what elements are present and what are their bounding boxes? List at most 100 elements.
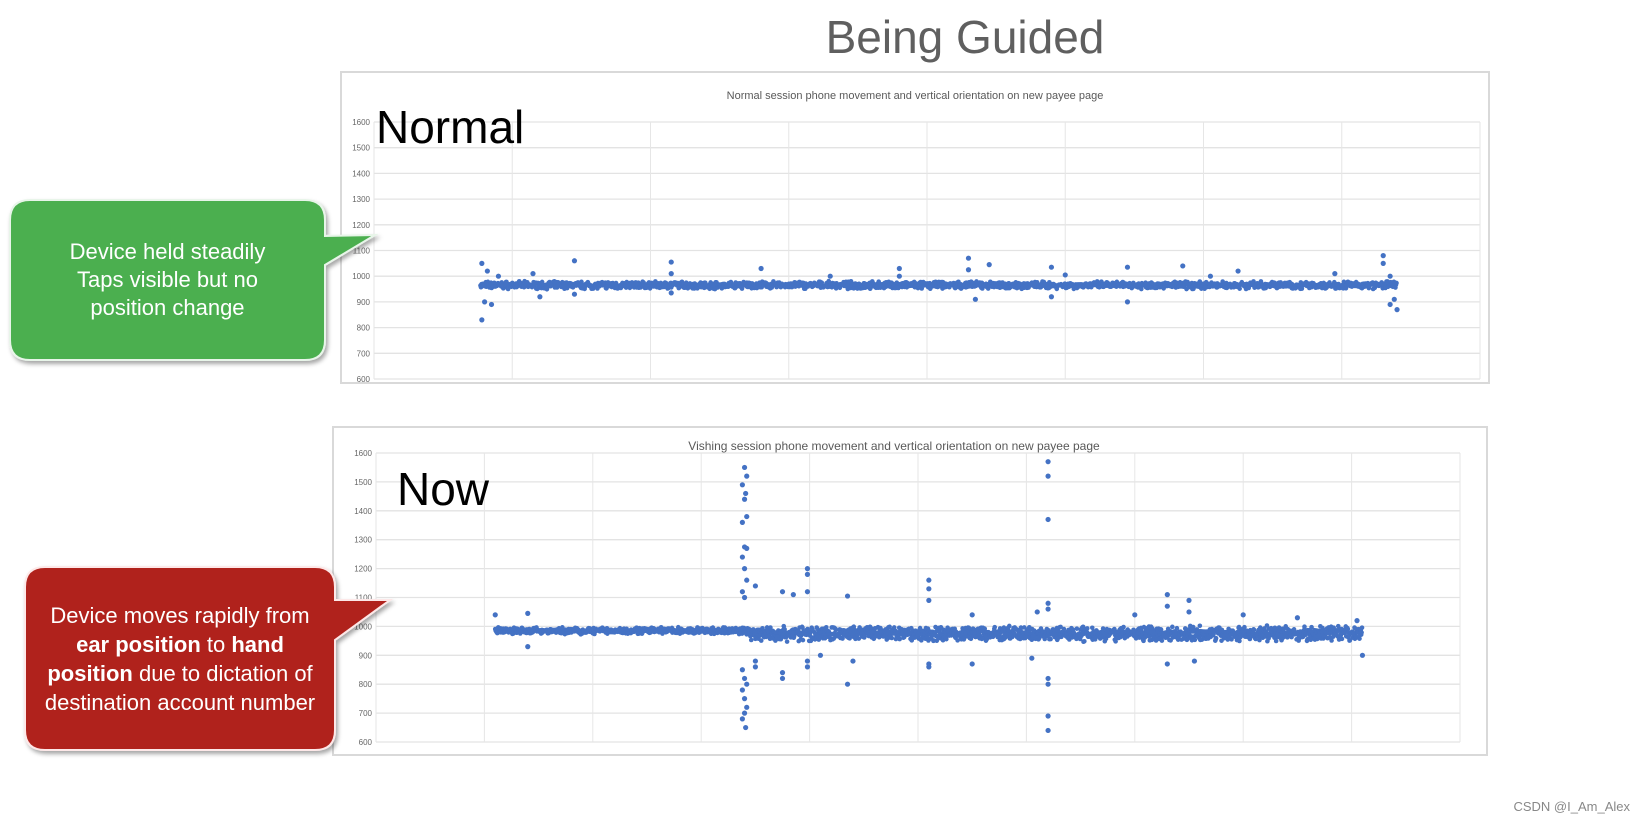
data-point [741, 594, 748, 601]
data-point [827, 273, 833, 279]
data-point [1354, 618, 1360, 624]
data-point [965, 267, 972, 273]
data-point [741, 566, 748, 572]
data-point [1121, 624, 1126, 630]
chart-title: Normal session phone movement and vertic… [727, 90, 1104, 102]
callout-text: Device moves rapidly from [50, 602, 310, 628]
data-point [804, 566, 811, 572]
data-point [1029, 655, 1035, 661]
data-point [1380, 260, 1386, 266]
data-point [1332, 271, 1338, 277]
data-point [752, 583, 758, 589]
data-point [571, 291, 578, 297]
data-point [926, 586, 932, 592]
data-point [1048, 636, 1053, 642]
data-point [484, 268, 490, 274]
data-point [744, 473, 750, 479]
data-point [779, 589, 786, 595]
data-point [1359, 625, 1365, 630]
data-point [1339, 636, 1345, 642]
data-point [804, 664, 811, 670]
data-point [1062, 272, 1068, 278]
data-point [779, 675, 786, 682]
data-point [668, 290, 674, 296]
data-point [571, 258, 578, 264]
data-point [1045, 516, 1051, 523]
data-point [1294, 615, 1300, 621]
data-point [1082, 638, 1087, 644]
watermark: CSDN @I_Am_Alex [1513, 799, 1630, 814]
data-point [744, 681, 750, 687]
data-point [1034, 609, 1040, 615]
data-point [965, 255, 972, 261]
data-point [1180, 263, 1186, 269]
data-point [1048, 294, 1055, 300]
data-point [817, 652, 824, 658]
data-point [739, 589, 745, 595]
data-point [1213, 635, 1219, 641]
data-point [779, 670, 786, 676]
data-point [525, 644, 531, 650]
data-point [741, 496, 748, 502]
data-point [1164, 603, 1170, 609]
data-point [944, 636, 949, 642]
data-point [986, 262, 992, 268]
data-point [530, 271, 536, 277]
data-point [739, 667, 745, 673]
data-point [758, 265, 764, 272]
data-point [1191, 658, 1198, 664]
data-point [1045, 473, 1051, 479]
data-point [744, 545, 750, 551]
data-point [1164, 661, 1170, 667]
data-point [804, 571, 811, 577]
data-point [748, 637, 754, 643]
data-point [896, 273, 902, 279]
data-point [1045, 600, 1051, 606]
data-point [1387, 273, 1393, 279]
data-point [479, 260, 485, 266]
data-point [668, 271, 674, 277]
data-point [804, 589, 811, 595]
data-point [790, 592, 796, 598]
data-point [739, 554, 745, 560]
green-callout-text: Device held steadily Taps visible but no… [10, 200, 325, 360]
data-point [744, 704, 750, 710]
data-point [668, 259, 674, 265]
data-point [1164, 592, 1170, 598]
data-point [739, 519, 745, 525]
data-point [926, 597, 932, 603]
data-point [741, 710, 748, 716]
data-point [1170, 624, 1175, 630]
data-point [739, 716, 745, 722]
data-point [1186, 609, 1192, 615]
callout-line: position change [90, 295, 245, 320]
data-point [1045, 459, 1051, 465]
data-point [1124, 299, 1131, 305]
data-point [741, 675, 748, 682]
data-point [1235, 268, 1241, 274]
callout-emphasis: ear position [76, 631, 201, 657]
callout-text: to [200, 631, 232, 657]
data-point [800, 637, 806, 643]
data-point [488, 301, 495, 308]
data-point [992, 624, 998, 630]
data-point [743, 724, 749, 731]
data-point [1273, 638, 1279, 644]
data-point [525, 610, 531, 616]
data-point [1045, 675, 1051, 682]
data-point [844, 593, 851, 599]
data-point [752, 658, 758, 664]
data-point [1186, 597, 1192, 603]
data-point [1045, 727, 1051, 734]
slide-title: Being Guided [825, 11, 1105, 63]
data-point [744, 577, 750, 583]
callout-line: Taps visible but no [76, 267, 258, 292]
data-point [1380, 253, 1386, 259]
data-point [784, 639, 790, 644]
data-point [926, 664, 932, 670]
data-point [1048, 264, 1055, 270]
data-point [739, 687, 745, 693]
data-point [495, 273, 502, 279]
data-point [1045, 713, 1051, 719]
data-point [1045, 606, 1051, 612]
